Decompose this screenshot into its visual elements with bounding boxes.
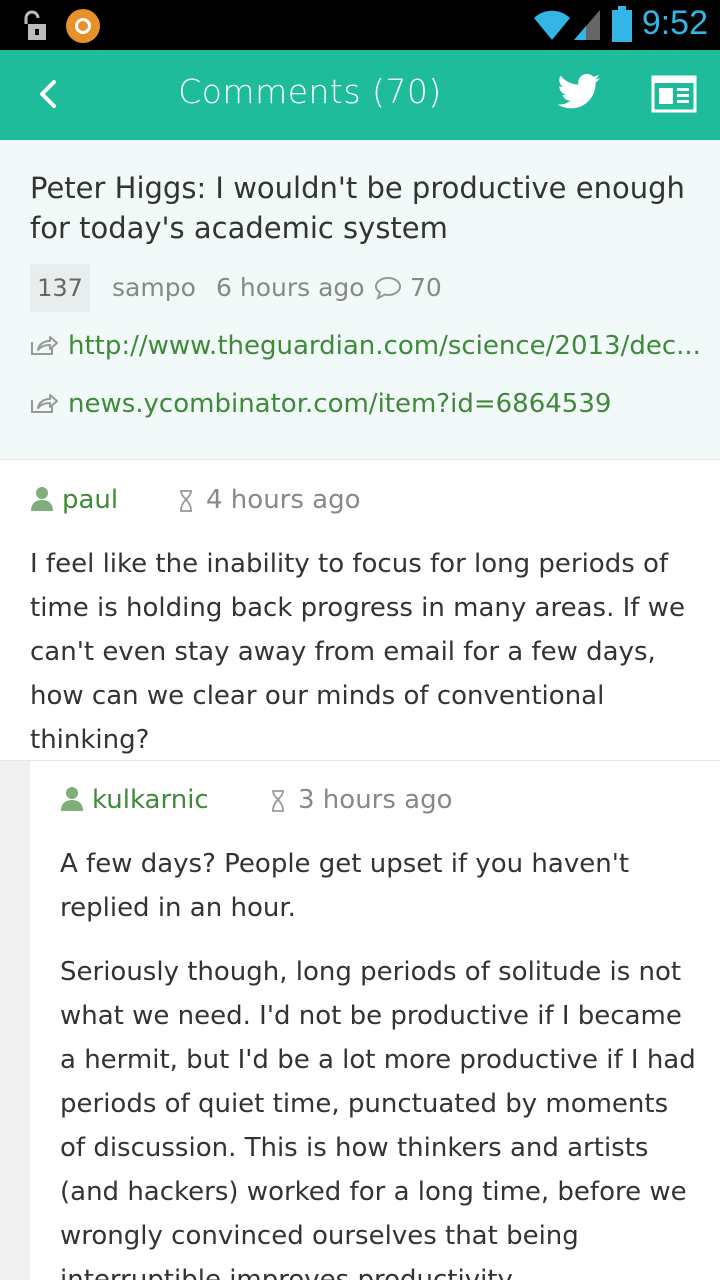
- comment-age: 4 hours ago: [206, 485, 361, 515]
- comment-text: Seriously though, long periods of solitu…: [60, 957, 696, 1280]
- story-title[interactable]: Peter Higgs: I wouldn't be productive en…: [30, 168, 700, 248]
- hourglass-icon: [272, 790, 284, 812]
- twitter-icon[interactable]: [556, 72, 602, 112]
- user-icon: [31, 487, 53, 511]
- share-link-icon: [31, 394, 58, 413]
- comment-body: I feel like the inability to focus for l…: [30, 542, 700, 762]
- comment-header: paul 4 hours ago: [30, 480, 630, 520]
- battery-icon: [612, 6, 632, 42]
- status-bar: 9:52: [0, 0, 720, 50]
- newspaper-icon[interactable]: [650, 74, 698, 114]
- comment-header: kulkarnic 3 hours ago: [60, 780, 660, 820]
- comment-age: 3 hours ago: [298, 785, 453, 815]
- story-author[interactable]: sampo: [112, 264, 196, 312]
- story-header: Peter Higgs: I wouldn't be productive en…: [0, 140, 720, 460]
- clock: 9:52: [641, 4, 708, 42]
- hourglass-icon: [180, 490, 192, 512]
- comment-body: A few days? People get upset if you have…: [60, 842, 700, 1280]
- comment-username[interactable]: paul: [62, 480, 118, 520]
- comment-divider: [0, 760, 720, 761]
- comment-username[interactable]: kulkarnic: [92, 780, 209, 820]
- unlock-icon: [24, 10, 46, 40]
- app-bar: Comments (70): [0, 50, 720, 140]
- wifi-icon: [534, 10, 570, 40]
- comment-text: I feel like the inability to focus for l…: [30, 549, 685, 755]
- user-icon: [61, 787, 83, 811]
- article-url[interactable]: http://www.theguardian.com/science/2013/…: [68, 326, 701, 366]
- article-link[interactable]: http://www.theguardian.com/science/2013/…: [30, 326, 710, 366]
- page-title: Comments (70): [178, 72, 442, 111]
- hn-link[interactable]: news.ycombinator.com/item?id=6864539: [30, 384, 710, 424]
- comment-bubble-icon: [374, 276, 402, 300]
- signal-icon: [574, 10, 600, 40]
- share-link-icon: [31, 336, 58, 355]
- story-age: 6 hours ago: [216, 273, 365, 302]
- app-notification-icon: [66, 9, 100, 43]
- points-badge: 137: [30, 264, 90, 312]
- story-meta: 137 sampo 6 hours ago 70: [30, 264, 710, 312]
- reply-indent-bar: [0, 761, 30, 1280]
- hn-url[interactable]: news.ycombinator.com/item?id=6864539: [68, 384, 611, 424]
- comment-count: 70: [410, 273, 442, 302]
- comment-text: A few days? People get upset if you have…: [60, 849, 630, 923]
